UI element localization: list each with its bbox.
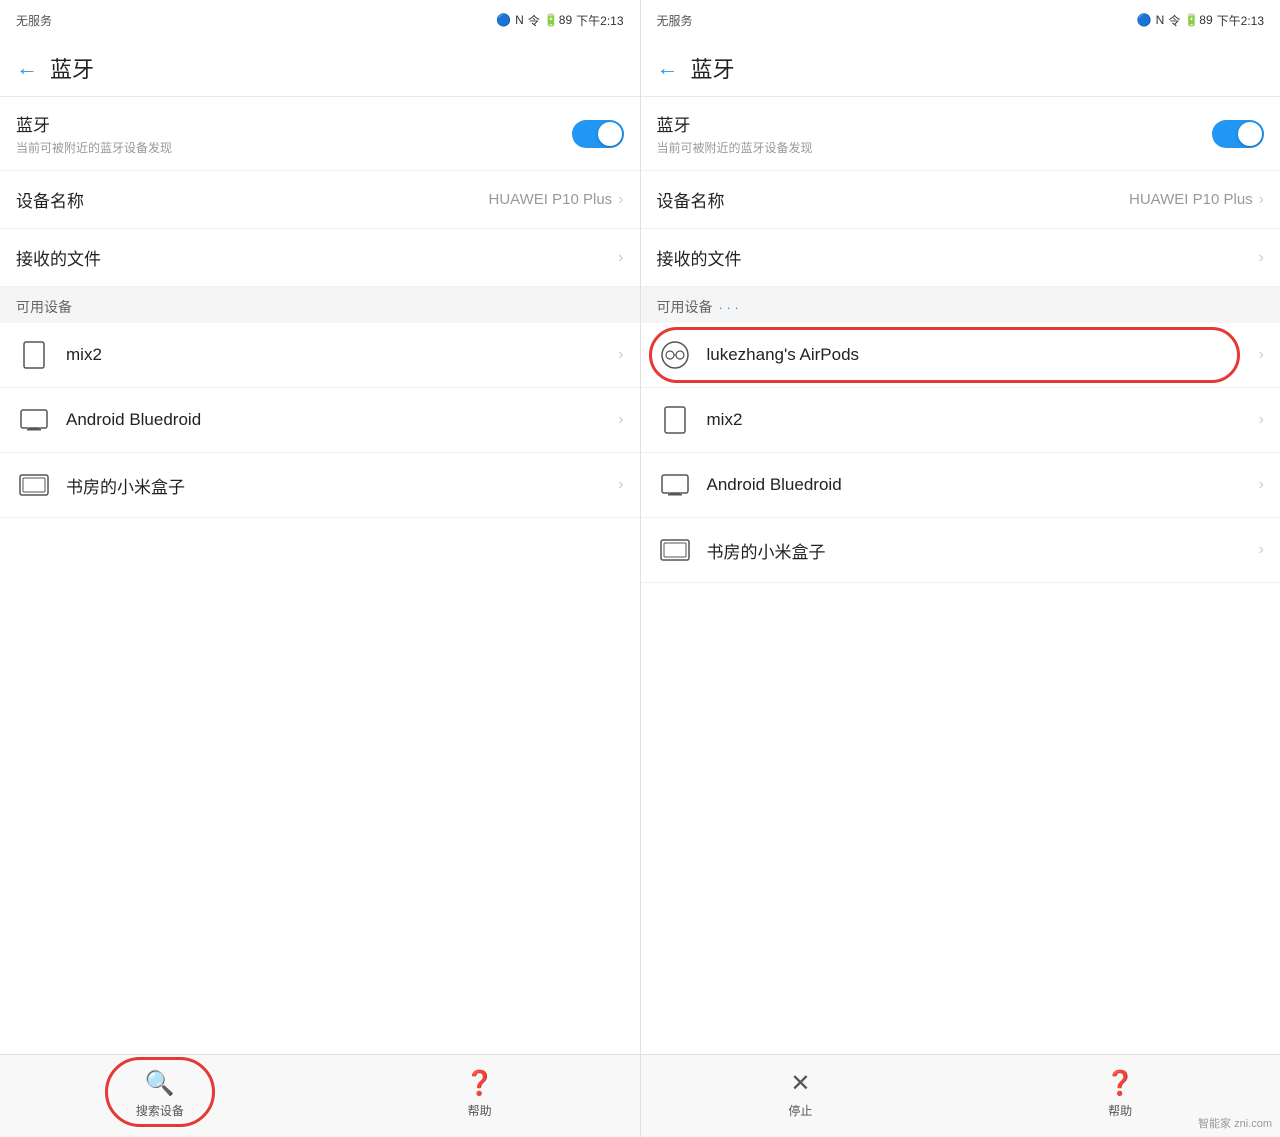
time-left: 下午2:13 [576, 12, 623, 29]
bluetooth-info-left: 蓝牙 当前可被附近的蓝牙设备发现 [16, 111, 172, 156]
status-right-left: 🔵 N 令 🔋89 下午2:13 [496, 12, 623, 29]
status-no-service-left: 无服务 [16, 12, 52, 29]
chevron-mix2-left: › [618, 346, 623, 364]
available-devices-header-right: 可用设备 · · · [641, 287, 1280, 323]
device-mix2-right[interactable]: mix2 › [641, 388, 1280, 453]
stop-label-right: 停止 [788, 1102, 812, 1119]
nfc-icon-right: N [1156, 13, 1165, 27]
device-name-item-left[interactable]: 设备名称 HUAWEI P10 Plus › [0, 171, 640, 229]
bluetooth-sublabel-right: 当前可被附近的蓝牙设备发现 [657, 139, 813, 156]
chevron-mibox-right: › [1259, 541, 1264, 559]
wifi-icon-right: 令 [1168, 12, 1180, 29]
back-button-left[interactable]: ← [16, 55, 38, 81]
device-name-bluedroid-right: Android Bluedroid [707, 475, 1259, 495]
help-label-left: 帮助 [468, 1102, 492, 1119]
status-bar-right: 无服务 🔵 N 令 🔋89 下午2:13 [641, 0, 1280, 40]
bluetooth-label-left: 蓝牙 [16, 111, 172, 136]
received-files-label-left: 接收的文件 [16, 245, 101, 270]
bluetooth-info-right: 蓝牙 当前可被附近的蓝牙设备发现 [657, 111, 813, 156]
device-icon-bluedroid-left [16, 402, 52, 438]
device-bluedroid-right[interactable]: Android Bluedroid › [641, 453, 1280, 518]
available-devices-header-left: 可用设备 [0, 287, 640, 323]
device-name-mix2-left: mix2 [66, 345, 618, 365]
page-title-right: 蓝牙 [691, 52, 735, 84]
device-name-mix2-right: mix2 [707, 410, 1259, 430]
help-icon-left: ❓ [465, 1069, 495, 1098]
device-airpods-right[interactable]: lukezhang's AirPods › [641, 323, 1280, 388]
header-right: ← 蓝牙 [641, 40, 1280, 97]
right-panel: 无服务 🔵 N 令 🔋89 下午2:13 ← 蓝牙 蓝牙 当前可被附近的蓝牙设备… [640, 0, 1280, 1137]
chevron-mix2-right: › [1259, 411, 1264, 429]
available-devices-title-left: 可用设备 [16, 297, 72, 317]
device-icon-bluedroid-right [657, 467, 693, 503]
chevron-device-name-right: › [1259, 191, 1264, 209]
device-name-airpods-right: lukezhang's AirPods [707, 345, 1259, 365]
search-icon: 🔍 [145, 1069, 175, 1098]
device-name-label-left: 设备名称 [16, 187, 84, 212]
time-right: 下午2:13 [1217, 12, 1264, 29]
scanning-indicator: · · · [719, 300, 739, 315]
back-button-right[interactable]: ← [657, 55, 679, 81]
device-icon-mix2-right [657, 402, 693, 438]
help-icon-right: ❓ [1105, 1069, 1135, 1098]
bluetooth-toggle-left[interactable] [572, 120, 624, 148]
chevron-device-name-left: › [618, 191, 623, 209]
battery-icon-left: 🔋89 [544, 13, 572, 27]
device-mix2-left[interactable]: mix2 › [0, 323, 640, 388]
status-bar-left: 无服务 🔵 N 令 🔋89 下午2:13 [0, 0, 640, 40]
bluetooth-toggle-section-left: 蓝牙 当前可被附近的蓝牙设备发现 [0, 97, 640, 171]
chevron-airpods-right: › [1259, 346, 1264, 364]
search-device-button[interactable]: 🔍 搜索设备 [0, 1063, 320, 1125]
help-button-left[interactable]: ❓ 帮助 [320, 1063, 640, 1125]
search-device-label: 搜索设备 [136, 1102, 184, 1119]
nfc-icon-left: N [515, 13, 524, 27]
chevron-bluedroid-right: › [1259, 476, 1264, 494]
battery-icon-right: 🔋89 [1184, 13, 1212, 27]
stop-icon-right: ✕ [790, 1069, 810, 1098]
wifi-icon-left: 令 [528, 12, 540, 29]
chevron-files-left: › [618, 249, 623, 267]
header-left: ← 蓝牙 [0, 40, 640, 97]
bluetooth-toggle-right[interactable] [1212, 120, 1264, 148]
device-name-value-right: HUAWEI P10 Plus › [1129, 191, 1264, 209]
chevron-mibox-left: › [618, 476, 623, 494]
device-name-value-left: HUAWEI P10 Plus › [489, 191, 624, 209]
status-right-right: 🔵 N 令 🔋89 下午2:13 [1137, 12, 1264, 29]
device-name-bluedroid-left: Android Bluedroid [66, 410, 618, 430]
page-title-left: 蓝牙 [50, 52, 94, 84]
watermark: 智能家 zni.com [1198, 1115, 1272, 1131]
chevron-files-right: › [1259, 249, 1264, 267]
bottom-bar-left: 🔍 搜索设备 ❓ 帮助 [0, 1054, 640, 1137]
device-icon-mibox-left [16, 467, 52, 503]
device-mibox-left[interactable]: 书房的小米盒子 › [0, 453, 640, 518]
device-mibox-right[interactable]: 书房的小米盒子 › [641, 518, 1280, 583]
device-icon-mix2-left [16, 337, 52, 373]
bt-icon-right: 🔵 [1137, 13, 1152, 27]
bt-icon-left: 🔵 [496, 13, 511, 27]
device-name-label-right: 设备名称 [657, 187, 725, 212]
bluetooth-toggle-section-right: 蓝牙 当前可被附近的蓝牙设备发现 [641, 97, 1280, 171]
bottom-bar-right: ✕ 停止 ❓ 帮助 智能家 zni.com [641, 1054, 1280, 1137]
device-icon-mibox-right [657, 532, 693, 568]
help-label-right: 帮助 [1108, 1102, 1132, 1119]
device-icon-airpods-right [657, 337, 693, 373]
device-name-item-right[interactable]: 设备名称 HUAWEI P10 Plus › [641, 171, 1280, 229]
available-devices-title-right: 可用设备 [657, 297, 713, 317]
received-files-item-left[interactable]: 接收的文件 › [0, 229, 640, 287]
status-no-service-right: 无服务 [657, 12, 693, 29]
left-panel: 无服务 🔵 N 令 🔋89 下午2:13 ← 蓝牙 蓝牙 当前可被附近的蓝牙设备… [0, 0, 640, 1137]
stop-button-right[interactable]: ✕ 停止 [641, 1063, 961, 1125]
device-name-mibox-right: 书房的小米盒子 [707, 538, 1259, 563]
chevron-bluedroid-left: › [618, 411, 623, 429]
device-name-mibox-left: 书房的小米盒子 [66, 473, 618, 498]
received-files-item-right[interactable]: 接收的文件 › [641, 229, 1280, 287]
device-bluedroid-left[interactable]: Android Bluedroid › [0, 388, 640, 453]
received-files-label-right: 接收的文件 [657, 245, 742, 270]
bluetooth-sublabel-left: 当前可被附近的蓝牙设备发现 [16, 139, 172, 156]
bluetooth-label-right: 蓝牙 [657, 111, 813, 136]
